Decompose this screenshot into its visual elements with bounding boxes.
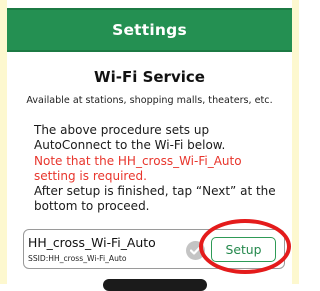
instruction-line-3: After setup is finished, tap “Next” at t… — [34, 184, 276, 199]
instruction-line-1: The above procedure sets up — [34, 123, 210, 137]
left-side-strip — [0, 0, 7, 284]
service-subtitle: Available at stations, shopping malls, t… — [26, 95, 273, 106]
next-button[interactable] — [103, 279, 207, 291]
instruction-line-4: bottom to proceed. — [34, 199, 150, 214]
warning-line-2: setting is required. — [34, 168, 147, 183]
instruction-line-2: AutoConnect to the Wi-Fi below. — [34, 138, 226, 153]
settings-header: Settings — [7, 8, 292, 52]
setup-instructions: The above procedure sets up AutoConnect … — [34, 123, 287, 215]
page-title: Settings — [112, 21, 187, 39]
service-title: Wi-Fi Service — [94, 68, 205, 86]
wifi-network-card: HH_cross_Wi-Fi_Auto SSID:HH_cross_Wi-Fi_… — [23, 229, 285, 269]
checkmark-icon — [190, 246, 201, 255]
network-ssid: SSID:HH_cross_Wi-Fi_Auto — [28, 254, 127, 263]
network-name: HH_cross_Wi-Fi_Auto — [28, 235, 156, 250]
right-side-strip — [292, 0, 299, 284]
check-circle-icon — [186, 241, 205, 260]
warning-line-1: Note that the HH_cross_Wi-Fi_Auto — [34, 153, 242, 168]
setup-button[interactable]: Setup — [211, 237, 276, 262]
